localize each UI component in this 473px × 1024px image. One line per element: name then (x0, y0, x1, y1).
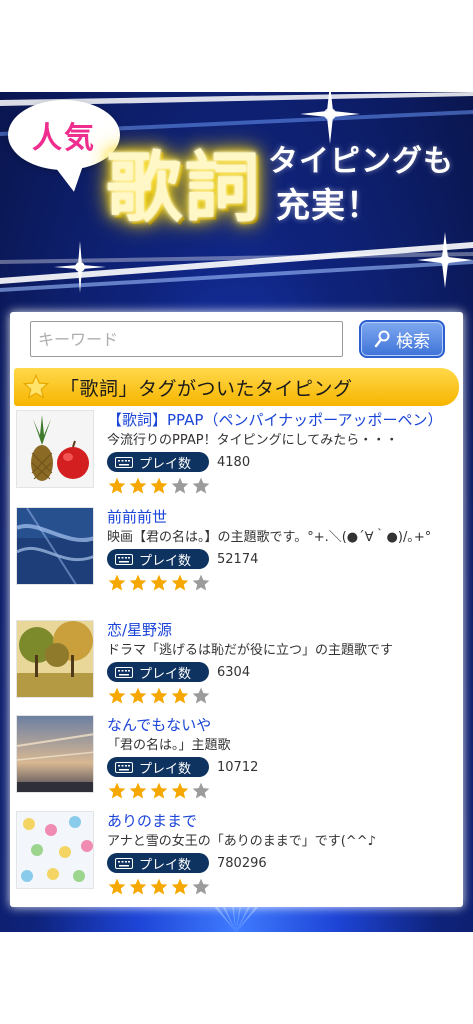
item-title-link[interactable]: 【歌詞】PPAP（ペンパイナッポーアッポーペン） (107, 408, 459, 432)
rating-stars (107, 877, 459, 897)
play-label: プレイ数 (139, 857, 192, 873)
star-filled-icon (171, 878, 189, 895)
star-filled-icon (108, 687, 126, 704)
section-header: 「歌詞」タグがついたタイピング (14, 368, 459, 406)
star-empty-icon (192, 878, 210, 895)
star-filled-icon (108, 574, 126, 591)
item-title-link[interactable]: 前前前世 (107, 505, 459, 529)
search-icon (374, 330, 390, 348)
play-count: 52174 (217, 551, 259, 567)
star-empty-icon (192, 477, 210, 494)
star-empty-icon (171, 477, 189, 494)
star-filled-icon (150, 574, 168, 591)
item-description: ドラマ「逃げるは恥だが役に立つ」の主題歌です (107, 643, 394, 658)
list-item[interactable]: 恋/星野源 ドラマ「逃げるは恥だが役に立つ」の主題歌です プレイ数 6304 (10, 618, 463, 728)
play-label: プレイ数 (139, 553, 192, 569)
list-item[interactable]: 前前前世 映画【君の名は。】の主題歌です。°+.＼(●´∀｀●)/｡+° プレイ… (10, 505, 463, 615)
sparkle-icon (54, 241, 106, 293)
item-description: アナと雪の女王の「ありのままで」です(^^♪ (107, 834, 376, 849)
banner-subtitle: タイピングも 充実！ (268, 140, 468, 228)
section-title: 「歌詞」タグがついたタイピング (60, 377, 353, 400)
keyboard-icon (115, 666, 133, 678)
sparkle-icon (300, 92, 360, 144)
star-filled-icon (171, 687, 189, 704)
play-label: プレイ数 (139, 761, 192, 777)
keyboard-icon (115, 456, 133, 468)
star-filled-icon (108, 477, 126, 494)
search-input[interactable] (30, 321, 343, 357)
rating-stars (107, 781, 459, 801)
list-item[interactable]: 【歌詞】PPAP（ペンパイナッポーアッポーペン） 今流行りのPPAP！タイピング… (10, 408, 463, 518)
play-count-badge: プレイ数 (107, 452, 209, 472)
search-button-label: 検索 (396, 331, 430, 352)
bubble-label: 人気 (32, 121, 96, 156)
app-screen: 人気 歌詞 タイピングも 充実！ 検索 「歌詞」タグがついたタイピング (0, 0, 473, 1024)
star-filled-icon (150, 687, 168, 704)
rating-stars (107, 573, 459, 593)
keyboard-icon (115, 553, 133, 565)
play-count: 6304 (217, 664, 251, 680)
star-filled-icon (129, 477, 147, 494)
star-empty-icon (192, 574, 210, 591)
search-button[interactable]: 検索 (359, 320, 445, 358)
star-filled-icon (150, 477, 168, 494)
star-filled-icon (108, 878, 126, 895)
play-label: プレイ数 (139, 666, 192, 682)
star-filled-icon (129, 574, 147, 591)
thumbnail-image (16, 715, 94, 793)
star-filled-icon (171, 574, 189, 591)
star-filled-icon (129, 782, 147, 799)
play-count: 4180 (217, 454, 251, 470)
play-count: 780296 (217, 855, 267, 871)
sparkle-icon (417, 232, 473, 288)
banner-main-title: 歌詞 (106, 143, 262, 232)
keyboard-icon (115, 761, 133, 773)
star-icon (22, 373, 50, 399)
rating-stars (107, 476, 459, 496)
star-filled-icon (150, 782, 168, 799)
thumbnail-image (16, 620, 94, 698)
star-filled-icon (108, 782, 126, 799)
keyboard-icon (115, 857, 133, 869)
item-title-link[interactable]: なんでもないや (107, 713, 459, 737)
banner-subtitle-line1: タイピングも (268, 144, 454, 179)
list-item[interactable]: なんでもないや 「君の名は。」主題歌 プレイ数 10712 (10, 713, 463, 823)
item-title-link[interactable]: ありのままで (107, 809, 459, 833)
banner-subtitle-line2: 充実！ (276, 186, 381, 226)
rating-stars (107, 686, 459, 706)
star-filled-icon (129, 878, 147, 895)
play-count-badge: プレイ数 (107, 662, 209, 682)
list-item[interactable]: ありのままで アナと雪の女王の「ありのままで」です(^^♪ プレイ数 78029… (10, 809, 463, 907)
typing-list-panel: 検索 「歌詞」タグがついたタイピング (10, 312, 463, 907)
star-empty-icon (192, 687, 210, 704)
play-count-badge: プレイ数 (107, 757, 209, 777)
star-empty-icon (192, 782, 210, 799)
play-count-badge: プレイ数 (107, 853, 209, 873)
item-description: 映画【君の名は。】の主題歌です。°+.＼(●´∀｀●)/｡+° (107, 530, 432, 545)
thumbnail-image (16, 811, 94, 889)
thumbnail-image (16, 410, 94, 488)
item-description: 「君の名は。」主題歌 (107, 738, 231, 753)
item-title-link[interactable]: 恋/星野源 (107, 618, 459, 642)
thumbnail-image (16, 507, 94, 585)
star-filled-icon (171, 782, 189, 799)
play-count-badge: プレイ数 (107, 549, 209, 569)
play-label: プレイ数 (139, 456, 192, 472)
star-filled-icon (150, 878, 168, 895)
item-description: 今流行りのPPAP！タイピングにしてみたら・・・ (107, 433, 399, 448)
play-count: 10712 (217, 759, 259, 775)
star-filled-icon (129, 687, 147, 704)
